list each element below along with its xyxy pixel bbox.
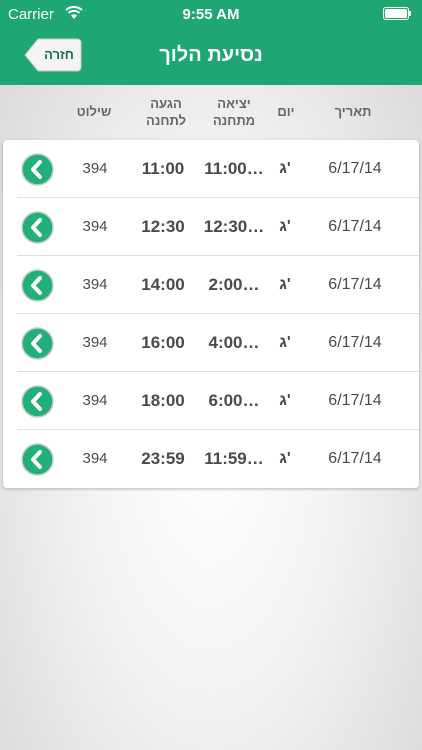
row-sign: 394 <box>82 276 108 293</box>
status-bar: Carrier 9:55 AM <box>0 0 422 28</box>
row-arrival: 18:00 <box>141 391 185 410</box>
trips-table: 6/17/14 ג' 11:00… 11:00 394 6/17/14 ג' 1… <box>3 140 419 488</box>
row-departure: 4:00… <box>208 333 260 352</box>
table-row[interactable]: 6/17/14 ג' 6:00… 18:00 394 <box>3 372 419 430</box>
row-day: ג' <box>279 160 291 177</box>
header-arrival: הגעה לתחנה <box>136 95 196 129</box>
chevron-left-circle-icon[interactable] <box>21 385 54 418</box>
header-sign: שילוט <box>76 104 112 119</box>
row-day: ג' <box>279 276 291 293</box>
column-headers: תאריך יום יציאה מתחנה הגעה לתחנה שילוט <box>0 85 422 137</box>
row-day: ג' <box>279 392 291 409</box>
header-departure-line1: יציאה <box>217 96 251 111</box>
chevron-left-circle-icon[interactable] <box>21 269 54 302</box>
table-row[interactable]: 6/17/14 ג' 11:59… 23:59 394 <box>3 430 419 488</box>
chevron-left-circle-icon[interactable] <box>21 443 54 476</box>
row-departure: 2:00… <box>208 275 260 294</box>
row-arrival: 14:00 <box>141 275 185 294</box>
row-departure: 11:59… <box>204 449 264 468</box>
header-date: תאריך <box>334 104 372 119</box>
table-row[interactable]: 6/17/14 ג' 2:00… 14:00 394 <box>3 256 419 314</box>
row-departure: 11:00… <box>204 159 264 178</box>
row-sign: 394 <box>82 218 108 235</box>
clock: 9:55 AM <box>182 6 240 23</box>
page-title: נסיעת הלוך <box>159 44 263 66</box>
row-date: 6/17/14 <box>328 218 382 235</box>
row-day: ג' <box>279 450 291 467</box>
row-arrival: 23:59 <box>141 449 185 468</box>
header-arrival-line2: לתחנה <box>146 113 186 128</box>
row-date: 6/17/14 <box>328 392 382 409</box>
row-arrival: 16:00 <box>141 333 185 352</box>
chevron-left-circle-icon[interactable] <box>21 153 54 186</box>
row-date: 6/17/14 <box>328 276 382 293</box>
row-arrival: 12:30 <box>141 217 185 236</box>
header-departure-line2: מתחנה <box>212 113 256 128</box>
row-sign: 394 <box>82 392 108 409</box>
table-row[interactable]: 6/17/14 ג' 12:30… 12:30 394 <box>3 198 419 256</box>
header-day: יום <box>277 104 295 119</box>
row-arrival: 11:00 <box>141 159 185 178</box>
row-date: 6/17/14 <box>328 334 382 351</box>
row-sign: 394 <box>82 450 108 467</box>
chevron-left-circle-icon[interactable] <box>21 327 54 360</box>
row-day: ג' <box>279 334 291 351</box>
row-departure: 6:00… <box>208 391 260 410</box>
row-date: 6/17/14 <box>328 160 382 177</box>
row-date: 6/17/14 <box>328 450 382 467</box>
header-departure: יציאה מתחנה <box>204 95 264 129</box>
row-departure: 12:30… <box>203 217 265 236</box>
battery-icon <box>383 7 411 20</box>
table-row[interactable]: 6/17/14 ג' 11:00… 11:00 394 <box>3 140 419 198</box>
row-sign: 394 <box>82 334 108 351</box>
row-sign: 394 <box>82 160 108 177</box>
table-row[interactable]: 6/17/14 ג' 4:00… 16:00 394 <box>3 314 419 372</box>
chevron-left-circle-icon[interactable] <box>21 211 54 244</box>
header-arrival-line1: הגעה <box>150 96 182 111</box>
row-day: ג' <box>279 218 291 235</box>
nav-header: Carrier 9:55 AM חזרה נסיעת הלוך <box>0 0 422 85</box>
